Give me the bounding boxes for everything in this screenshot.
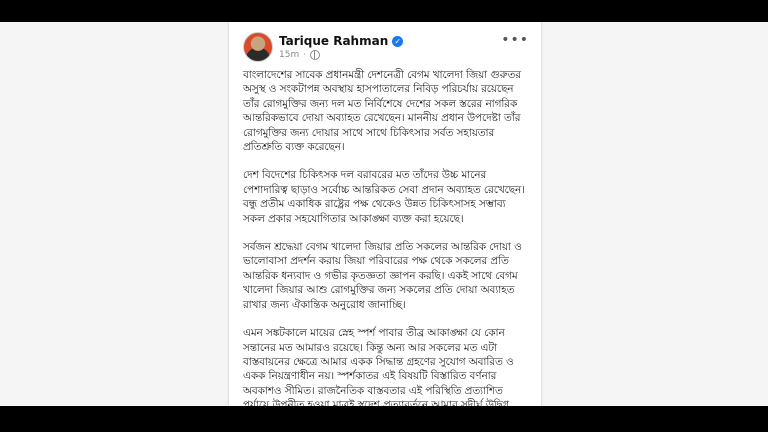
meta-separator: · <box>303 50 307 60</box>
facebook-post: Tarique Rahman ✓ 15m · ••• বাংলাদেশের সাব… <box>228 22 542 406</box>
globe-icon <box>310 50 321 60</box>
post-paragraph: বাংলাদেশের সাবেক প্রধানমন্ত্রী দেশনেত্রী… <box>243 69 521 154</box>
more-options-icon[interactable]: ••• <box>501 32 529 48</box>
author-name[interactable]: Tarique Rahman <box>279 34 388 48</box>
post-meta: 15m · <box>279 50 321 60</box>
avatar[interactable] <box>243 32 273 62</box>
post-timestamp[interactable]: 15m <box>279 50 299 60</box>
post-paragraph: এমন সঙ্কটকালে মায়ের স্নেহ স্পর্শ পাবার … <box>243 327 514 406</box>
post-author[interactable]: Tarique Rahman ✓ <box>279 34 404 48</box>
screenshot-frame: Tarique Rahman ✓ 15m · ••• বাংলাদেশের সাব… <box>0 22 768 406</box>
post-paragraph: সর্বজন শ্রদ্ধেয়া বেগম খালেদা জিয়ার প্র… <box>243 241 522 311</box>
post-body: বাংলাদেশের সাবেক প্রধানমন্ত্রী দেশনেত্রী… <box>243 68 529 406</box>
verified-badge-icon: ✓ <box>392 36 404 47</box>
post-paragraph: দেশ বিদেশের চিকিৎসক দল বরাবরের মত তাঁদের… <box>243 169 525 225</box>
